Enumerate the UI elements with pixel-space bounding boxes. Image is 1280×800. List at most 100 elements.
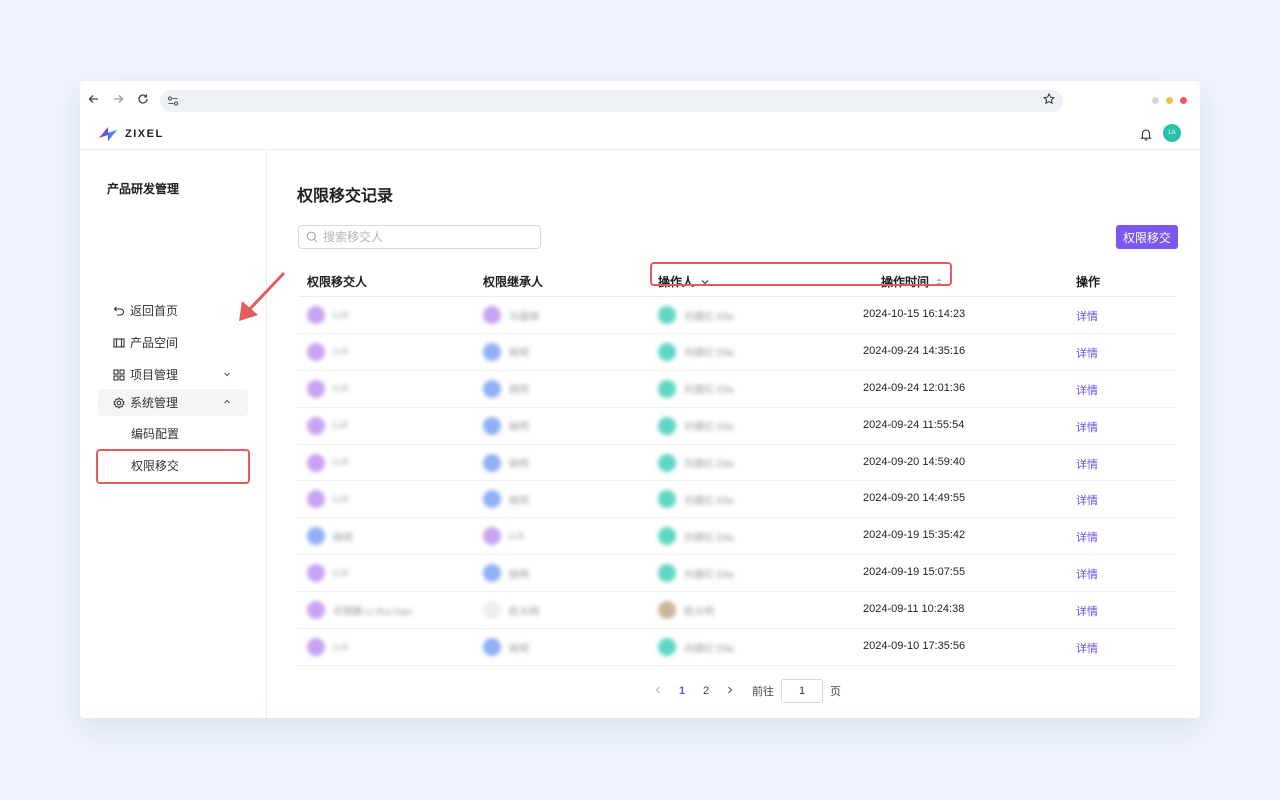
person-name: 姚明 xyxy=(509,495,529,507)
goto-page-input[interactable] xyxy=(781,679,823,703)
sidebar-item-label: 项目管理 xyxy=(130,368,179,382)
person-name: 刘建红 Ella xyxy=(684,385,734,397)
app-header: ZIXEL LA xyxy=(80,121,1200,150)
transfer-records-table: 权限移交人 权限继承人 操作人 操作时间 操作 LiJi 马蕴琪 刘建红 Ella 2… xyxy=(298,262,1176,666)
sidebar-item-system-management[interactable]: 系统管理 xyxy=(98,389,248,416)
cell-time: 2024-09-11 10:24:38 xyxy=(863,603,965,616)
cell-time: 2024-09-24 12:01:36 xyxy=(863,381,966,394)
window-maximize-dot[interactable] xyxy=(1166,97,1173,104)
cell-from: LiJi xyxy=(307,638,349,657)
person-name: 姚明 xyxy=(333,532,353,544)
search-box[interactable] xyxy=(298,225,541,249)
person-name: 刘建红 Ella xyxy=(684,532,734,544)
details-link[interactable]: 详情 xyxy=(1076,566,1098,582)
reload-icon[interactable] xyxy=(135,93,151,109)
table-row: LiJi 马蕴琪 刘建红 Ella 2024-10-15 16:14:23 详情 xyxy=(298,297,1176,334)
avatar xyxy=(658,527,676,546)
avatar xyxy=(658,490,676,509)
product-space-icon xyxy=(112,336,126,350)
address-bar[interactable] xyxy=(160,90,1063,112)
person-name: LiJi xyxy=(333,457,349,469)
cell-from: 邓锦鹏 Li Rui Han xyxy=(307,601,412,620)
details-link[interactable]: 详情 xyxy=(1076,456,1098,472)
person-name: LiJi xyxy=(333,346,349,358)
page-number-1[interactable]: 1 xyxy=(670,685,694,697)
user-avatar[interactable]: LA xyxy=(1163,124,1181,142)
cell-time: 2024-09-20 14:59:40 xyxy=(863,455,966,468)
gear-icon xyxy=(112,396,126,410)
avatar xyxy=(483,453,501,472)
person-name: LiJi xyxy=(333,420,349,432)
zixel-logo[interactable]: ZIXEL xyxy=(97,123,164,145)
cell-time: 2024-09-10 17:35:56 xyxy=(863,640,966,653)
cell-operator: 刘建红 Ella xyxy=(658,453,733,472)
permission-transfer-button[interactable]: 权限移交 xyxy=(1116,225,1178,249)
window-minimize-dot[interactable] xyxy=(1152,97,1159,104)
person-name: 姚明 xyxy=(509,348,529,360)
avatar xyxy=(307,638,325,657)
cell-to: LiJi xyxy=(483,527,524,546)
sidebar-subitem-code-config[interactable]: 编码配置 xyxy=(98,421,248,448)
sidebar-item-home[interactable]: 返回首页 xyxy=(98,297,248,324)
search-input[interactable] xyxy=(323,228,533,246)
person-name: 姚明 xyxy=(509,643,529,655)
next-page-icon[interactable] xyxy=(718,685,742,698)
cell-operator: 刘建红 Ella xyxy=(658,490,734,509)
zixel-logo-icon xyxy=(99,127,117,141)
avatar xyxy=(307,527,325,546)
cell-to: 姚明 xyxy=(483,453,529,472)
sidebar-item-project-management[interactable]: 项目管理 xyxy=(98,361,248,388)
details-link[interactable]: 详情 xyxy=(1076,382,1098,398)
return-icon xyxy=(112,304,126,318)
bell-icon[interactable] xyxy=(1139,127,1153,141)
person-name: 刘建红 Ella xyxy=(684,495,734,507)
back-icon[interactable] xyxy=(86,93,102,109)
person-name: LiJi xyxy=(333,493,349,505)
avatar xyxy=(658,638,676,657)
person-name: 陈大明 xyxy=(684,606,714,618)
prev-page-icon[interactable] xyxy=(646,685,670,698)
details-link[interactable]: 详情 xyxy=(1076,640,1098,656)
cell-to: 姚明 xyxy=(483,416,529,435)
forward-icon[interactable] xyxy=(110,93,126,109)
cell-to: 姚明 xyxy=(483,638,529,657)
person-name: 姚明 xyxy=(509,569,529,581)
bookmark-star-icon[interactable] xyxy=(1042,92,1056,109)
details-link[interactable]: 详情 xyxy=(1076,308,1098,324)
avatar xyxy=(307,306,325,324)
details-link[interactable]: 详情 xyxy=(1076,492,1098,508)
details-link[interactable]: 详情 xyxy=(1076,345,1098,361)
cell-time: 2024-09-19 15:07:55 xyxy=(863,566,966,579)
person-name: LiJi xyxy=(333,641,349,653)
sidebar-item-product-space[interactable]: 产品空间 xyxy=(98,329,248,356)
column-header-action: 操作 xyxy=(1076,275,1101,289)
avatar xyxy=(658,601,676,620)
avatar xyxy=(307,453,325,472)
column-header-from: 权限移交人 xyxy=(307,275,368,289)
pagination: 1 2 前往 页 xyxy=(646,679,841,703)
table-row: LiJi 姚明 刘建红 Ella 2024-09-24 14:35:16 详情 xyxy=(298,334,1176,371)
details-link[interactable]: 详情 xyxy=(1076,529,1098,545)
column-header-to: 权限继承人 xyxy=(483,275,544,289)
cell-operator: 刘建红 Ella xyxy=(658,416,733,435)
cell-operator: 刘建红 Ella xyxy=(658,527,734,546)
sidebar-title: 产品研发管理 xyxy=(107,182,180,196)
details-link[interactable]: 详情 xyxy=(1076,419,1098,435)
cell-from: LiJi xyxy=(307,453,349,472)
site-settings-icon[interactable] xyxy=(166,94,180,108)
details-link[interactable]: 详情 xyxy=(1076,603,1098,619)
avatar xyxy=(483,601,501,620)
chevron-up-icon xyxy=(222,396,234,408)
avatar xyxy=(658,453,676,472)
sidebar-item-label: 返回首页 xyxy=(130,304,179,318)
cell-to: 姚明 xyxy=(483,564,529,583)
page-number-2[interactable]: 2 xyxy=(694,685,718,697)
avatar xyxy=(658,416,676,435)
cell-operator: 刘建红 Ella xyxy=(658,306,733,324)
cell-operator: 陈大明 xyxy=(658,601,714,620)
logo-text: ZIXEL xyxy=(125,128,164,140)
cell-from: LiJi xyxy=(307,416,349,435)
browser-window: ZIXEL LA 产品研发管理 返回首页 产品空间 项目管理 系统管理 编码配置… xyxy=(80,81,1200,718)
window-close-dot[interactable] xyxy=(1180,97,1187,104)
person-name: 陈大明 xyxy=(509,606,539,618)
